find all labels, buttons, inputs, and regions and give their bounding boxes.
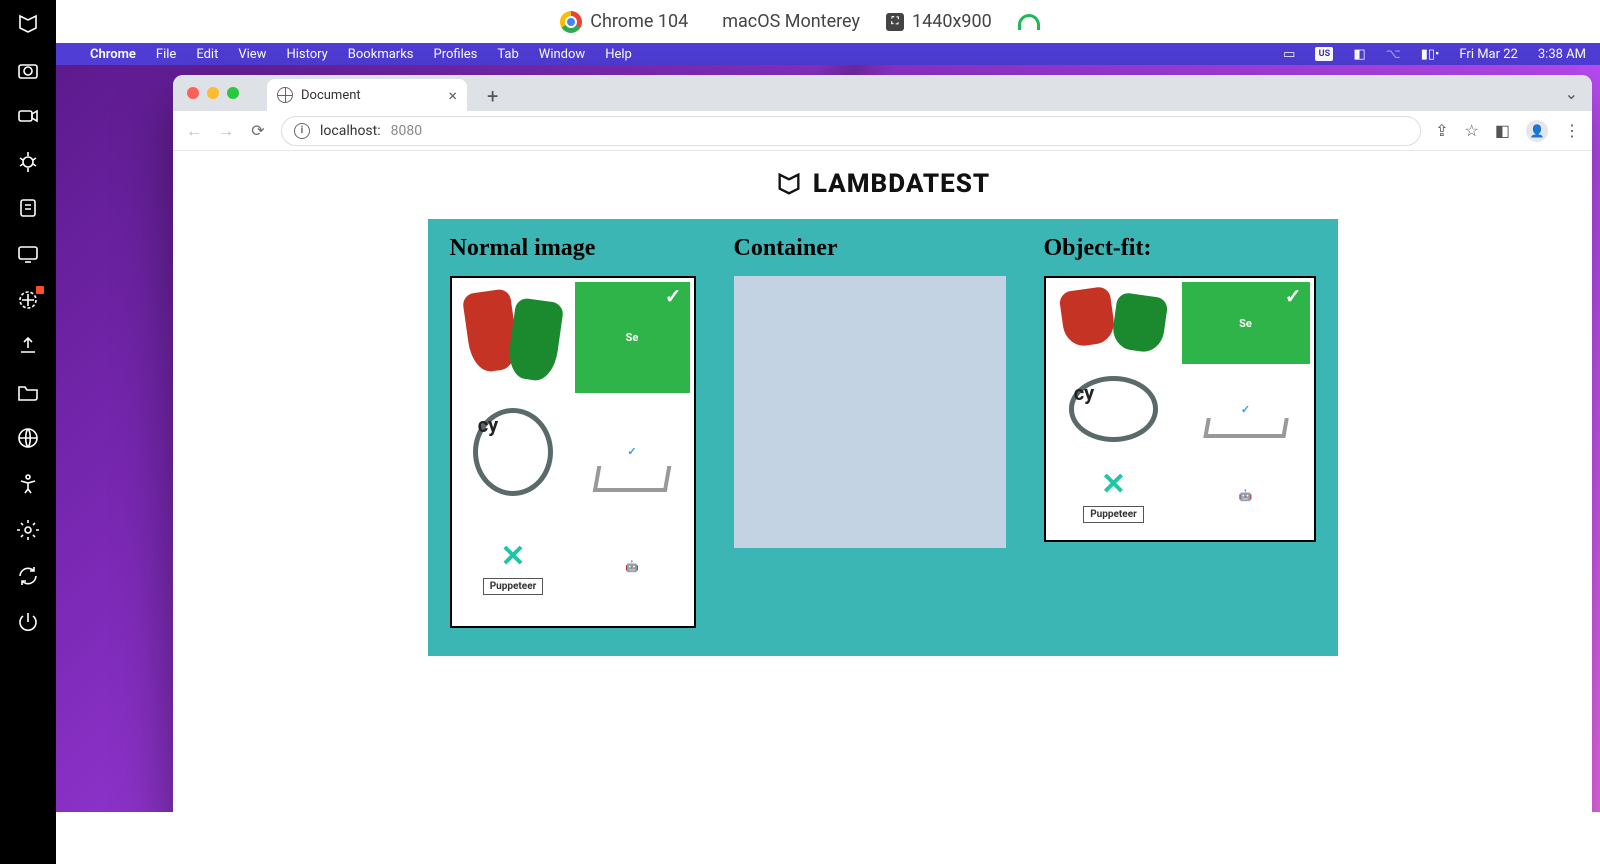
normal-image-column: Normal image Se cy ✓ ✕Puppeteer 🤖 <box>450 235 696 628</box>
back-button[interactable]: ← <box>185 121 203 141</box>
camera-icon[interactable] <box>16 58 40 82</box>
brand-text: LAMBDATEST <box>813 169 990 199</box>
empty-container <box>734 276 1006 548</box>
globe-icon[interactable] <box>16 426 40 450</box>
brand-header: LAMBDATEST <box>775 169 990 199</box>
robot-icon: 🤖 <box>1182 454 1310 536</box>
accessibility-icon[interactable] <box>16 472 40 496</box>
bluetooth-icon[interactable]: ⌥ <box>1386 47 1401 62</box>
share-icon[interactable]: ⇪ <box>1435 121 1448 140</box>
app-menu[interactable]: Chrome <box>90 47 136 62</box>
refresh-icon[interactable] <box>16 564 40 588</box>
network-info <box>1018 14 1040 30</box>
selenium-icon: Se <box>575 282 690 393</box>
bookmark-icon[interactable]: ☆ <box>1465 121 1479 140</box>
menu-edit[interactable]: Edit <box>196 47 218 62</box>
objectfit-image: Se cy ✓ ✕Puppeteer 🤖 <box>1044 276 1316 542</box>
location-icon[interactable] <box>16 288 40 312</box>
resolution-info: ⛶ 1440x900 <box>886 11 992 32</box>
menu-help[interactable]: Help <box>605 47 632 62</box>
heading-normal: Normal image <box>450 235 696 262</box>
chrome-icon <box>560 11 582 33</box>
minimize-window-button[interactable] <box>207 87 219 99</box>
tab-title: Document <box>301 88 361 103</box>
puppeteer-icon: ✕Puppeteer <box>1050 454 1178 536</box>
close-tab-icon[interactable]: × <box>448 86 457 105</box>
selenium-icon: Se <box>1182 282 1310 364</box>
tab-strip: Document × + ⌄ <box>173 75 1592 111</box>
puppeteer-icon: ✕Puppeteer <box>456 511 571 622</box>
toolbar: ← → ⟳ i localhost: 8080 ⇪ ☆ ◧ 👤 ⋮ <box>173 111 1592 151</box>
url-host: localhost: <box>320 123 381 139</box>
window-controls <box>187 87 239 99</box>
clock-date[interactable]: Fri Mar 22 <box>1459 47 1517 62</box>
playwright-icon <box>1050 282 1178 364</box>
heading-container: Container <box>734 235 1006 262</box>
menu-tab[interactable]: Tab <box>497 47 518 62</box>
lambdatest-icon[interactable] <box>16 12 40 36</box>
menu-history[interactable]: History <box>286 47 327 62</box>
globe-icon <box>277 87 293 103</box>
chrome-window: Document × + ⌄ ← → ⟳ i localhost: 8080 ⇪ … <box>173 75 1592 855</box>
sidepanel-icon[interactable]: ◧ <box>1495 121 1510 140</box>
os-label: macOS Monterey <box>722 11 860 32</box>
browser-label: Chrome 104 <box>590 11 688 32</box>
new-tab-button[interactable]: + <box>487 84 503 100</box>
demo-panel: Normal image Se cy ✓ ✕Puppeteer 🤖 Con <box>428 219 1338 656</box>
url-port: 8080 <box>391 123 422 139</box>
power-icon[interactable] <box>16 610 40 634</box>
os-info: macOS Monterey <box>714 11 860 32</box>
cypress-icon: cy <box>1050 368 1178 450</box>
objectfit-column: Object-fit: Se cy ✓ ✕Puppeteer 🤖 <box>1044 235 1316 542</box>
menu-profiles[interactable]: Profiles <box>434 47 478 62</box>
tool-sidebar <box>0 0 56 864</box>
playwright-icon <box>456 282 571 393</box>
menu-view[interactable]: View <box>238 47 266 62</box>
menu-bookmarks[interactable]: Bookmarks <box>348 47 414 62</box>
macos-menubar: Chrome File Edit View History Bookmarks … <box>56 43 1600 65</box>
normal-image: Se cy ✓ ✕Puppeteer 🤖 <box>450 276 696 628</box>
screen-mirror-icon[interactable]: ▭ <box>1283 47 1295 62</box>
menu-window[interactable]: Window <box>539 47 585 62</box>
session-info-bar: Chrome 104 macOS Monterey ⛶ 1440x900 <box>0 0 1600 43</box>
close-window-button[interactable] <box>187 87 199 99</box>
tab-overflow-button[interactable]: ⌄ <box>1565 84 1578 103</box>
resolution-label: 1440x900 <box>912 11 992 32</box>
cypress-icon: cy <box>456 397 571 508</box>
katalon-icon: ✓ <box>1182 368 1310 450</box>
folder-icon[interactable] <box>16 380 40 404</box>
toolbar-actions: ⇪ ☆ ◧ 👤 ⋮ <box>1435 120 1580 142</box>
bug-icon[interactable] <box>16 150 40 174</box>
page-content: LAMBDATEST Normal image Se cy ✓ ✕Puppete… <box>173 151 1592 855</box>
screen-icon[interactable] <box>16 242 40 266</box>
input-source[interactable]: US <box>1315 47 1333 61</box>
profile-avatar[interactable]: 👤 <box>1526 120 1548 142</box>
forward-button[interactable]: → <box>217 121 235 141</box>
katalon-icon: ✓ <box>575 397 690 508</box>
note-icon[interactable] <box>16 196 40 220</box>
rainbow-icon <box>1018 14 1040 30</box>
browser-info: Chrome 104 <box>560 11 688 33</box>
lambdatest-logo-icon <box>775 170 803 198</box>
browser-tab[interactable]: Document × <box>267 79 467 111</box>
bottom-whitespace <box>56 812 1600 864</box>
menu-file[interactable]: File <box>156 47 176 62</box>
video-icon[interactable] <box>16 104 40 128</box>
reload-button[interactable]: ⟳ <box>249 121 267 140</box>
settings-icon[interactable] <box>16 518 40 542</box>
kebab-menu-icon[interactable]: ⋮ <box>1564 121 1580 140</box>
upload-icon[interactable] <box>16 334 40 358</box>
control-center-icon[interactable]: ◧ <box>1353 47 1365 62</box>
address-bar[interactable]: i localhost: 8080 <box>281 116 1421 146</box>
heading-objectfit: Object-fit: <box>1044 235 1316 262</box>
site-info-icon[interactable]: i <box>294 123 310 139</box>
container-column: Container <box>734 235 1006 548</box>
robot-icon: 🤖 <box>575 511 690 622</box>
zoom-window-button[interactable] <box>227 87 239 99</box>
battery-icon[interactable]: ▮▯• <box>1421 47 1440 62</box>
resolution-icon: ⛶ <box>886 13 904 31</box>
remote-desktop: Chrome File Edit View History Bookmarks … <box>56 43 1600 864</box>
clock-time[interactable]: 3:38 AM <box>1538 47 1586 62</box>
